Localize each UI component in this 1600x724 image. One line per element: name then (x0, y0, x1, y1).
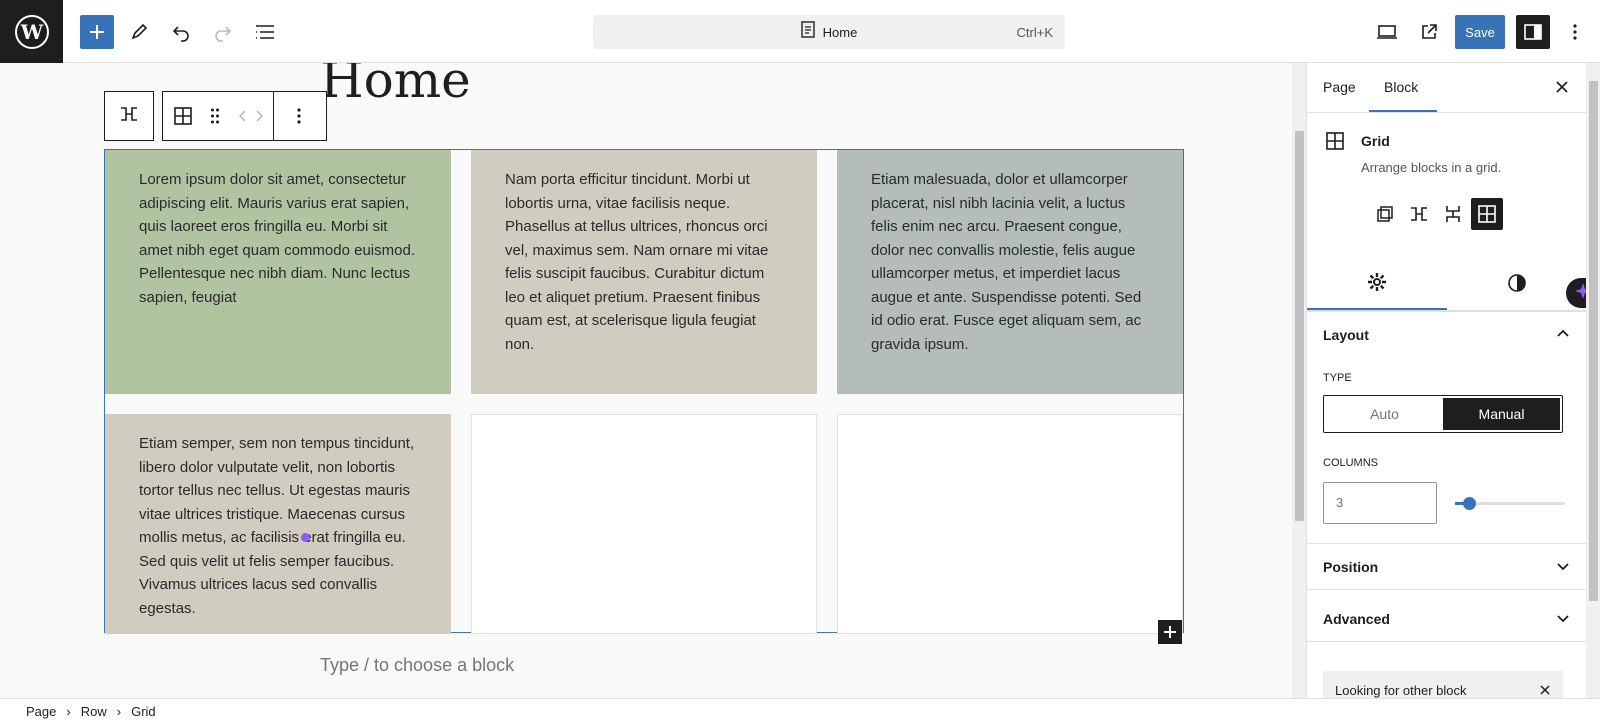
keyboard-shortcut: Ctrl+K (1016, 25, 1053, 40)
command-palette-bar[interactable]: Home Ctrl+K (593, 15, 1065, 49)
edit-pencil-icon[interactable] (122, 15, 156, 49)
svg-text:W: W (19, 20, 43, 44)
move-left-right-icon[interactable] (231, 92, 271, 140)
empty-grid-cell[interactable] (471, 414, 817, 634)
advanced-panel-title[interactable]: Advanced (1323, 611, 1390, 627)
chevron-down-icon[interactable] (1556, 559, 1570, 578)
wordpress-logo-icon[interactable]: W (0, 0, 63, 63)
grid-cell[interactable]: Lorem ipsum dolor sit amet, consectetur … (105, 150, 451, 394)
sidebar-tabs: Page Block (1307, 63, 1586, 113)
block-breadcrumb: Page › Row › Grid (0, 698, 1600, 724)
chevron-right-icon: › (116, 704, 122, 719)
columns-input[interactable]: 3 (1323, 482, 1437, 524)
tab-block[interactable]: Block (1384, 79, 1418, 95)
gear-icon (1367, 272, 1387, 297)
type-option-auto[interactable]: Auto (1326, 398, 1443, 430)
grid-cell[interactable]: Etiam semper, sem non tempus tincidunt, … (105, 414, 451, 634)
parent-block-selector[interactable] (104, 91, 154, 141)
row-block-icon (119, 106, 139, 127)
block-variations (1369, 198, 1503, 230)
grid-cell[interactable]: Nam porta efficitur tincidunt. Morbi ut … (471, 150, 817, 394)
notice-text: Looking for other block (1335, 683, 1467, 698)
layout-panel-title[interactable]: Layout (1323, 327, 1369, 343)
drop-indicator-dot (301, 533, 310, 542)
document-icon (800, 21, 815, 43)
row-variation-icon[interactable] (1403, 198, 1435, 230)
divider (1307, 641, 1586, 642)
document-title: Home (822, 24, 858, 40)
save-button[interactable]: Save (1455, 15, 1505, 49)
block-appender-placeholder[interactable]: Type / to choose a block (320, 655, 514, 676)
grid-block-icon (1325, 131, 1345, 156)
stack-variation-icon[interactable] (1437, 198, 1469, 230)
settings-sidebar-toggle[interactable] (1516, 15, 1550, 49)
divider (1307, 543, 1586, 544)
block-name: Grid (1361, 133, 1390, 149)
scrollbar-thumb[interactable] (1589, 81, 1598, 601)
add-block-inline-button[interactable] (1158, 620, 1182, 644)
breadcrumb-page[interactable]: Page (26, 704, 56, 719)
editor-canvas[interactable]: Home Lorem ipsum dolor sit amet, consect… (0, 63, 1292, 698)
layout-type-toggle: Auto Manual (1323, 395, 1563, 433)
close-icon[interactable] (1539, 684, 1551, 698)
empty-grid-cell[interactable] (837, 414, 1183, 634)
device-preview-icon[interactable] (1370, 15, 1404, 49)
add-block-button[interactable] (80, 15, 114, 49)
more-options-icon[interactable] (1558, 15, 1592, 49)
breadcrumb-grid[interactable]: Grid (131, 704, 156, 719)
grid-cell[interactable]: Etiam malesuada, dolor et ullamcorper pl… (837, 150, 1183, 394)
block-toolbar (104, 91, 327, 141)
position-panel-title[interactable]: Position (1323, 559, 1378, 575)
settings-sidebar: Page Block Grid Arrange blocks in a grid… (1306, 63, 1586, 698)
list-view-icon[interactable] (248, 15, 282, 49)
view-page-external-icon[interactable] (1412, 15, 1446, 49)
inspector-tabs (1307, 261, 1586, 311)
block-description: Arrange blocks in a grid. (1361, 160, 1502, 175)
grid-variation-icon[interactable] (1471, 198, 1503, 230)
divider (1307, 589, 1586, 590)
breadcrumb-row[interactable]: Row (81, 704, 107, 719)
chevron-right-icon: › (66, 704, 71, 719)
type-label: TYPE (1323, 372, 1352, 384)
drag-handle-icon[interactable] (199, 92, 231, 140)
columns-label: COLUMNS (1323, 457, 1379, 469)
close-icon[interactable] (1555, 80, 1569, 99)
columns-slider-handle[interactable] (1463, 497, 1476, 510)
page-title[interactable]: Home (320, 63, 471, 109)
tab-page[interactable]: Page (1323, 79, 1356, 95)
block-card: Grid Arrange blocks in a grid. (1307, 113, 1586, 263)
grid-block[interactable]: Lorem ipsum dolor sit amet, consectetur … (104, 149, 1184, 634)
chevron-up-icon[interactable] (1556, 327, 1570, 346)
block-controls (162, 91, 327, 141)
type-option-manual[interactable]: Manual (1443, 398, 1560, 430)
redo-icon[interactable] (206, 15, 240, 49)
block-notice: Looking for other block (1323, 671, 1563, 698)
chevron-down-icon[interactable] (1556, 611, 1570, 630)
editor-header: W Home Ctrl+K Save (0, 0, 1600, 63)
grid-block-icon[interactable] (167, 92, 199, 140)
block-options-icon[interactable] (276, 92, 322, 140)
settings-tab[interactable] (1307, 261, 1447, 310)
canvas-scrollbar[interactable] (1292, 63, 1306, 698)
undo-icon[interactable] (164, 15, 198, 49)
sidebar-scrollbar[interactable] (1586, 63, 1600, 698)
contrast-icon (1507, 273, 1527, 298)
styles-tab[interactable] (1447, 261, 1586, 310)
divider (1307, 311, 1586, 312)
group-variation-icon[interactable] (1369, 198, 1401, 230)
active-tab-indicator (1369, 110, 1437, 112)
scrollbar-thumb[interactable] (1295, 131, 1304, 521)
